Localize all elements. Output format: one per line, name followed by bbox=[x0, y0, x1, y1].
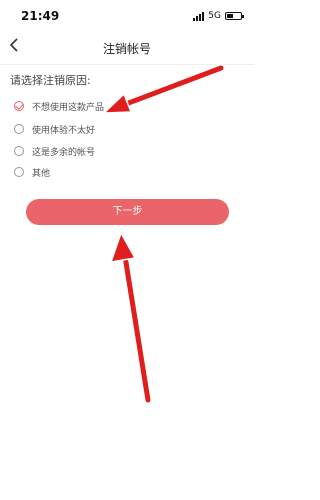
reason-option-2[interactable]: 使用体验不太好 bbox=[14, 121, 95, 137]
network-type: 5G bbox=[208, 11, 221, 21]
option-label: 不想使用这款产品 bbox=[32, 102, 105, 113]
nav-bar: 注销帐号 bbox=[0, 30, 254, 65]
status-time: 21:49 bbox=[21, 9, 60, 23]
page-title: 注销帐号 bbox=[102, 42, 151, 56]
next-button[interactable]: 下一步 bbox=[26, 199, 229, 225]
radio-icon[interactable] bbox=[14, 124, 24, 134]
status-bar: 21:49 5G bbox=[0, 0, 254, 30]
status-indicators: 5G bbox=[193, 10, 244, 22]
option-label: 使用体验不太好 bbox=[32, 125, 96, 136]
arrow-to-next-button bbox=[109, 231, 153, 405]
battery-icon bbox=[225, 12, 244, 20]
arrow-to-first-option bbox=[102, 63, 226, 114]
reason-option-4[interactable]: 其他 bbox=[14, 164, 50, 180]
radio-icon[interactable] bbox=[14, 146, 24, 156]
option-label: 这是多余的帐号 bbox=[32, 147, 96, 158]
signal-icon bbox=[193, 11, 205, 21]
reason-option-3[interactable]: 这是多余的帐号 bbox=[14, 143, 95, 159]
radio-icon[interactable] bbox=[14, 167, 24, 177]
option-label: 其他 bbox=[32, 168, 51, 179]
reason-option-1[interactable]: 不想使用这款产品 bbox=[14, 98, 104, 114]
radio-checked-icon[interactable] bbox=[14, 101, 24, 111]
reason-prompt: 请选择注销原因: bbox=[10, 74, 91, 87]
